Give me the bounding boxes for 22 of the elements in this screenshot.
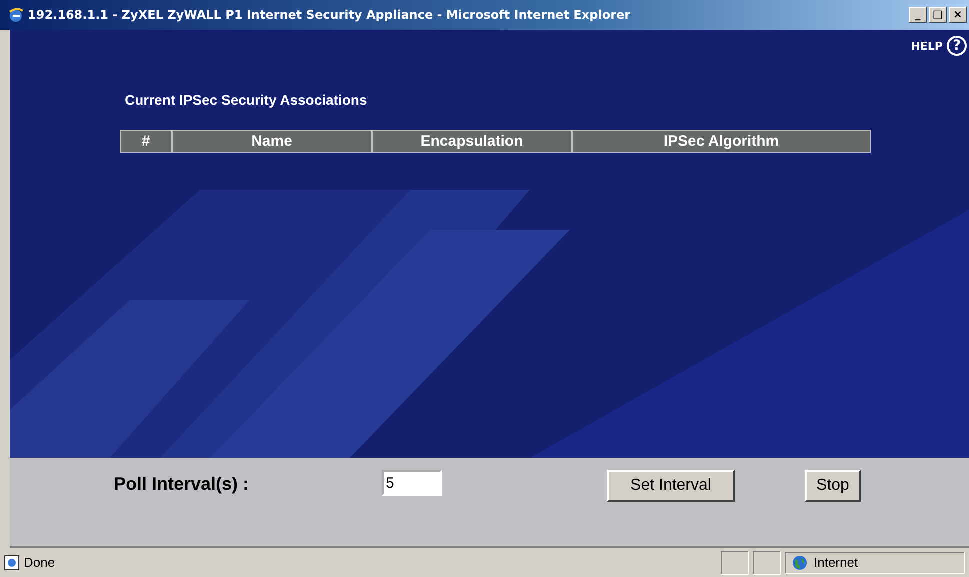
page-icon xyxy=(4,554,20,570)
window-control-button[interactable]: □ xyxy=(929,7,947,23)
column-header: IPSec Algorithm xyxy=(573,131,870,152)
poll-interval-label: Poll Interval(s) : xyxy=(114,474,250,495)
window-control-button[interactable]: × xyxy=(949,7,967,23)
help-label[interactable]: HELP xyxy=(911,40,943,52)
status-pane xyxy=(753,550,781,574)
column-header: Name xyxy=(173,131,373,152)
globe-icon xyxy=(792,554,808,570)
browser-icon xyxy=(8,7,24,23)
status-pane xyxy=(721,550,749,574)
zone-text: Internet xyxy=(814,555,858,570)
section-title: Current IPSec Security Associations xyxy=(125,92,368,108)
status-text: Done xyxy=(24,555,56,570)
window-control-button[interactable]: _ xyxy=(909,7,927,23)
window-title: 192.168.1.1 - ZyXEL ZyWALL P1 Internet Security Appliance - Microsoft Internet Explorer xyxy=(28,8,632,22)
help-icon[interactable]: ? xyxy=(947,36,967,56)
stop-button[interactable]: Stop xyxy=(805,470,861,502)
poll-interval-field[interactable]: 5 xyxy=(382,470,442,496)
column-header: # xyxy=(121,131,173,152)
set-interval-button[interactable]: Set Interval xyxy=(607,470,735,502)
column-header: Encapsulation xyxy=(373,131,573,152)
